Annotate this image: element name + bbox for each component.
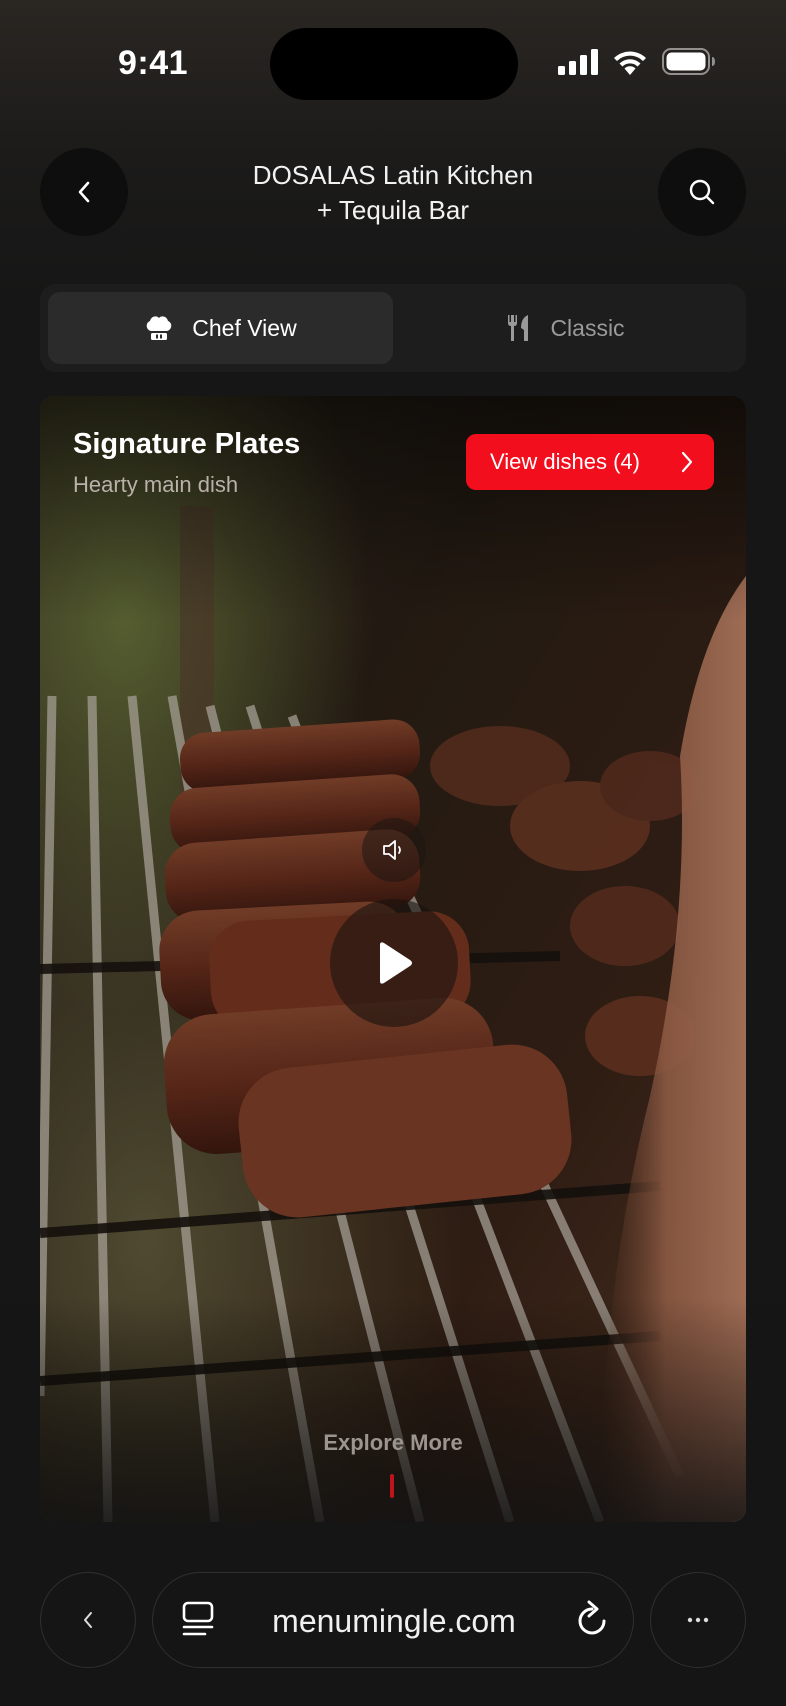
chef-view-tab[interactable]: Chef View (48, 292, 393, 364)
explore-more-link[interactable]: Explore More (40, 1430, 746, 1456)
fork-knife-icon (508, 315, 529, 341)
reload-icon[interactable] (573, 1599, 611, 1641)
browser-back-button[interactable] (40, 1572, 136, 1668)
play-button[interactable] (330, 899, 458, 1027)
status-bar: 9:41 (0, 0, 786, 130)
card-title: Signature Plates (73, 428, 301, 460)
view-dishes-button[interactable]: View dishes (4) (466, 434, 714, 490)
dynamic-island (270, 28, 518, 100)
status-time: 9:41 (118, 44, 189, 82)
chevron-right-icon (681, 451, 693, 473)
ellipsis-icon (687, 1617, 709, 1623)
search-button[interactable] (658, 148, 746, 236)
feature-video-card[interactable]: Signature Plates Hearty main dish View d… (40, 396, 746, 1522)
url-text: menumingle.com (272, 1603, 516, 1639)
address-bar[interactable]: menumingle.com (152, 1572, 634, 1668)
chef-view-label: Chef View (192, 314, 297, 341)
more-options-button[interactable] (650, 1572, 746, 1668)
chef-hat-icon (146, 316, 172, 340)
view-dishes-label: View dishes (4) (490, 449, 640, 474)
app-screen: 9:41 DOSALAS Latin Kitchen + Tequila Bar… (0, 0, 786, 1706)
classic-view-tab[interactable]: Classic (393, 292, 738, 364)
classic-view-label: Classic (550, 314, 625, 341)
back-button[interactable] (40, 148, 128, 236)
search-icon (689, 179, 715, 205)
speaker-icon (383, 840, 401, 860)
chevron-left-icon (78, 181, 90, 203)
scroll-indicator (390, 1474, 394, 1498)
chevron-left-icon (84, 1612, 92, 1628)
card-subtitle: Hearty main dish (73, 472, 239, 497)
restaurant-name: DOSALAS Latin Kitchen + Tequila Bar (170, 158, 616, 228)
battery-icon (662, 48, 715, 75)
mute-button[interactable] (362, 818, 426, 882)
restaurant-name-line2: + Tequila Bar (316, 195, 469, 225)
view-toggle: Chef View Classic (40, 284, 746, 372)
restaurant-name-line1: DOSALAS Latin Kitchen (252, 160, 534, 190)
play-icon (380, 942, 412, 984)
cellular-signal-icon (558, 48, 598, 75)
wifi-icon (614, 51, 646, 75)
status-icons (558, 48, 716, 75)
